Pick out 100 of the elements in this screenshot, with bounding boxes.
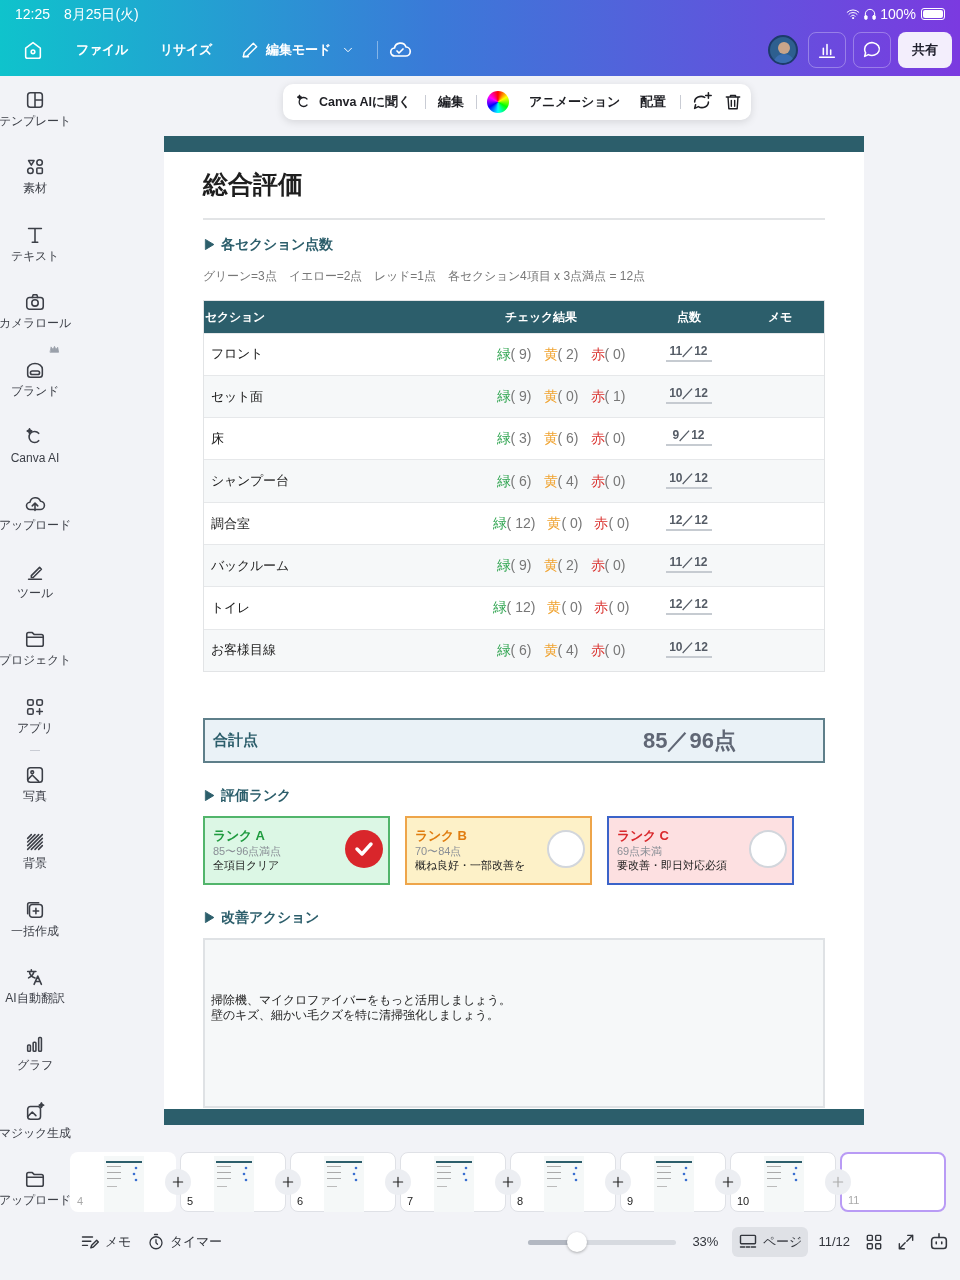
plus-icon — [610, 1174, 626, 1190]
sidebar-item[interactable]: ツール — [0, 559, 70, 628]
insights-button[interactable] — [808, 32, 846, 68]
column-header: チェック結果 — [504, 308, 578, 326]
check-count: 赤( 0) — [594, 513, 630, 533]
page-thumbnail[interactable]: 10 — [730, 1152, 836, 1212]
pencil-icon — [240, 40, 260, 60]
battery-icon — [921, 8, 945, 20]
avatar[interactable] — [768, 35, 798, 65]
sidebar-item[interactable]: ブランド — [0, 357, 70, 425]
score-value: 9／12 — [665, 426, 712, 447]
home-icon[interactable] — [22, 39, 44, 61]
rank-radio[interactable] — [749, 829, 787, 868]
check-count: 緑( 9) — [496, 344, 532, 364]
sidebar-item[interactable]: 一括作成 — [0, 897, 70, 966]
sidebar-item[interactable]: テンプレート — [0, 88, 70, 156]
check-count: 緑( 9) — [496, 386, 532, 406]
page-thumbnail[interactable]: 6 — [290, 1152, 396, 1212]
table-cell-text: バックルーム — [210, 556, 290, 575]
sidebar-item[interactable]: アップロード — [0, 1167, 70, 1235]
table-cell-text: お客様目線 — [210, 641, 277, 660]
page-preview-drawing — [104, 1156, 144, 1212]
timer-button[interactable]: タイマー — [147, 1232, 222, 1252]
sidebar-item[interactable]: マジック生成 — [0, 1099, 70, 1168]
check-count: 黄( 2) — [543, 344, 579, 364]
ask-ai-button[interactable]: Canva AIに聞く — [291, 92, 416, 112]
check-count: 赤( 0) — [590, 344, 626, 364]
sidebar-item[interactable]: 素材 — [0, 155, 70, 223]
table-cell-text: セット面 — [210, 387, 264, 406]
toolbar-button[interactable]: 編集 — [436, 92, 467, 112]
page-number: 10 — [737, 1193, 750, 1209]
magic-image-icon — [24, 1100, 46, 1123]
rank-note: 要改善・即日対応必須 — [617, 857, 727, 872]
check-count: 赤( 0) — [590, 471, 626, 491]
triangle-icon — [203, 910, 216, 924]
color-wheel-button[interactable] — [487, 91, 510, 113]
sidebar-item[interactable]: 背景 — [0, 830, 70, 898]
notes-button[interactable]: メモ — [80, 1232, 131, 1252]
sidebar-item[interactable]: アプリ — [0, 694, 70, 762]
page-preview-drawing — [764, 1156, 804, 1212]
sidebar-item[interactable]: AI自動翻訳 — [0, 965, 70, 1033]
plus-icon — [390, 1174, 406, 1190]
check-count: 緑( 12) — [492, 598, 536, 618]
page-thumbnail[interactable]: 9 — [620, 1152, 726, 1212]
sidebar-item[interactable]: テキスト — [0, 222, 70, 291]
template-icon — [24, 89, 46, 111]
legend-text: グリーン=3点 イエロー=2点 レッド=1点 各セクション4項目 x 3点満点 = 12点 — [203, 267, 647, 285]
slider-thumb[interactable] — [567, 1231, 588, 1252]
check-count: 赤( 1) — [590, 386, 626, 406]
column-header: セクション — [204, 308, 266, 326]
page-counter: 11/12 — [818, 1233, 850, 1252]
toolbar-button[interactable]: アニメーション — [525, 92, 625, 112]
page-preview-drawing — [324, 1156, 364, 1212]
sidebar-item[interactable]: アップロード — [0, 492, 70, 560]
table-cell-text: トイレ — [210, 599, 251, 618]
score-value: 12／12 — [665, 595, 712, 616]
check-count: 黄( 4) — [543, 640, 579, 660]
page-preview-drawing — [544, 1156, 584, 1212]
rank-range: 85〜96点満点 — [213, 843, 282, 858]
page-thumbnail[interactable]: 5 — [180, 1152, 286, 1212]
rank-radio[interactable] — [547, 829, 585, 868]
table-cell-text: 床 — [210, 430, 225, 448]
plus-icon — [280, 1174, 296, 1190]
table-cell-text: シャンプー台 — [210, 472, 290, 491]
rank-range: 70〜84点 — [415, 843, 462, 858]
page-thumbnail[interactable]: 8 — [510, 1152, 616, 1212]
check-count: 緑( 3) — [496, 429, 532, 449]
sidebar-item[interactable]: カメラロール — [0, 290, 70, 358]
share-button[interactable]: 共有 — [898, 32, 952, 68]
page-preview-drawing — [434, 1156, 474, 1212]
toolbar-button[interactable]: 配置 — [636, 92, 671, 112]
plus-icon — [720, 1174, 736, 1190]
page-view-button[interactable]: ページ — [732, 1227, 809, 1257]
zoom-percent: 33% — [692, 1233, 719, 1252]
page-thumbnail[interactable]: 7 — [400, 1152, 506, 1212]
fullscreen-icon[interactable] — [896, 1232, 916, 1252]
check-count: 緑( 12) — [492, 513, 536, 533]
check-count: 黄( 0) — [547, 598, 583, 618]
triangle-icon — [203, 237, 216, 251]
score-value: 10／12 — [665, 468, 712, 489]
crown-icon — [49, 343, 60, 355]
rank-radio[interactable] — [345, 829, 383, 868]
total-label: 合計点 — [213, 730, 259, 751]
check-count: 黄( 6) — [543, 429, 579, 449]
grid-view-icon[interactable] — [864, 1232, 884, 1252]
page-number: 9 — [627, 1193, 634, 1209]
check-count: 緑( 6) — [496, 640, 532, 660]
document-title: 総合評価 — [203, 166, 825, 220]
sidebar-item[interactable]: Canva AI — [0, 424, 70, 493]
comment-button[interactable] — [853, 32, 891, 68]
page-number: 7 — [407, 1193, 414, 1209]
sidebar-item[interactable]: プロジェクト — [0, 627, 70, 695]
sidebar-item[interactable]: グラフ — [0, 1032, 70, 1100]
rank-title: ランク B — [415, 827, 467, 844]
column-header: 点数 — [675, 308, 702, 326]
status-time: 12:25 — [15, 4, 51, 24]
headphones-icon — [863, 7, 878, 21]
sidebar-item[interactable]: 写真 — [0, 762, 70, 831]
wifi-icon — [845, 7, 862, 21]
plus-icon — [830, 1174, 846, 1190]
